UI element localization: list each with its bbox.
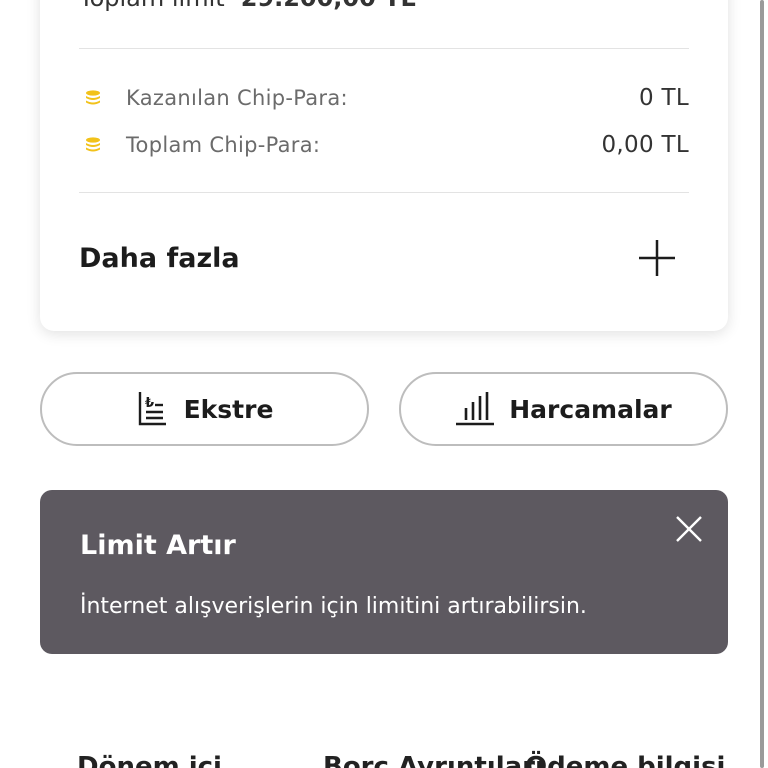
statement-button[interactable]: ₺ Ekstre bbox=[40, 372, 369, 446]
statement-button-label: Ekstre bbox=[183, 394, 274, 424]
statement-icon: ₺ bbox=[138, 392, 166, 426]
tab-payment-info[interactable]: Ödeme bilgisi bbox=[525, 752, 725, 768]
plus-icon bbox=[639, 240, 675, 276]
card-summary-panel bbox=[40, 0, 728, 331]
more-details-toggle[interactable]: Daha fazla bbox=[79, 236, 689, 280]
svg-text:₺: ₺ bbox=[145, 396, 154, 411]
divider bbox=[79, 192, 689, 193]
total-limit-label: Toplam limit bbox=[79, 0, 225, 12]
scrollbar[interactable] bbox=[760, 0, 764, 768]
coin-icon bbox=[86, 90, 100, 105]
total-limit-value: 29.200,00 TL bbox=[241, 0, 416, 12]
bar-chart-icon bbox=[456, 392, 495, 426]
spending-button-label: Harcamalar bbox=[509, 394, 672, 424]
spending-button[interactable]: Harcamalar bbox=[399, 372, 728, 446]
tab-debt-details[interactable]: Borç Ayrıntıları bbox=[323, 752, 544, 768]
banner-text: İnternet alışverişlerin için limitini ar… bbox=[80, 594, 587, 619]
tab-period[interactable]: Dönem içi bbox=[77, 752, 222, 768]
earned-chip-value: 0 TL bbox=[638, 85, 689, 111]
divider bbox=[79, 48, 689, 49]
earned-chip-row: Kazanılan Chip-Para: 0 TL bbox=[84, 82, 689, 114]
total-chip-row: Toplam Chip-Para: 0,00 TL bbox=[84, 129, 689, 161]
close-icon[interactable] bbox=[674, 514, 704, 544]
banner-title: Limit Artır bbox=[80, 530, 236, 561]
card-detail-page: Toplam limit 29.200,00 TL Kazanılan Chip-… bbox=[0, 0, 768, 768]
coin-icon bbox=[86, 137, 100, 152]
limit-increase-banner[interactable]: Limit Artır İnternet alışverişlerin için… bbox=[40, 490, 728, 654]
total-limit-row: Toplam limit 29.200,00 TL bbox=[79, 0, 416, 12]
total-chip-label: Toplam Chip-Para: bbox=[126, 133, 321, 157]
bottom-tab-bar: Dönem içi Borç Ayrıntıları Ödeme bilgisi bbox=[0, 752, 768, 768]
earned-chip-label: Kazanılan Chip-Para: bbox=[126, 86, 348, 110]
more-details-label: Daha fazla bbox=[79, 242, 240, 274]
total-chip-value: 0,00 TL bbox=[601, 132, 689, 158]
